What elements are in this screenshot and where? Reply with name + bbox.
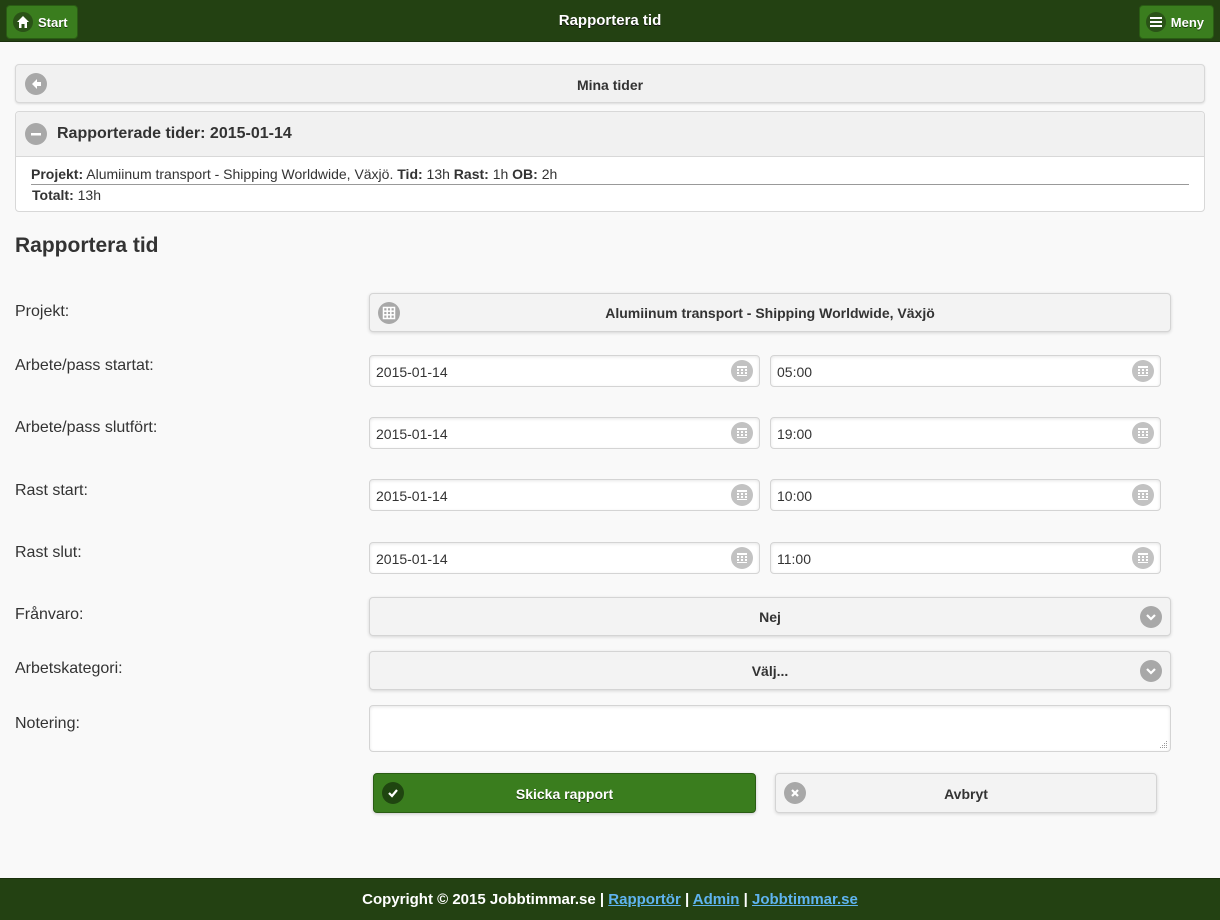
project-select[interactable]: Alumiinum transport - Shipping Worldwide… [369, 293, 1171, 332]
calendar-icon[interactable] [731, 547, 753, 569]
category-select-value: Välj... [751, 663, 789, 679]
calendar-icon[interactable] [1132, 360, 1154, 382]
top-bar: Start Rapportera tid Meny [0, 0, 1220, 42]
form-heading: Rapportera tid [15, 234, 159, 257]
break-end-time-input[interactable]: 11:00 [770, 542, 1161, 574]
rast-key: Rast: [453, 166, 489, 182]
break-start-label: Rast start: [15, 482, 88, 499]
work-end-date-value: 2015-01-14 [376, 426, 448, 442]
cancel-button[interactable]: Avbryt [775, 773, 1157, 813]
footer-separator: | [599, 891, 605, 908]
resize-grip-icon[interactable] [1159, 740, 1168, 749]
reported-total-line: Totalt: 13h [31, 185, 1189, 203]
category-label: Arbetskategori: [15, 660, 123, 677]
work-end-date-input[interactable]: 2015-01-14 [369, 417, 760, 449]
project-key: Projekt: [31, 166, 84, 182]
work-end-label: Arbete/pass slutfört: [15, 419, 158, 436]
hamburger-icon [1145, 12, 1166, 32]
footer-separator: | [743, 891, 748, 908]
category-select[interactable]: Välj... [369, 651, 1171, 690]
menu-button[interactable]: Meny [1138, 5, 1214, 39]
project-value: Alumiinum transport - Shipping Worldwide… [86, 166, 394, 182]
submit-report-label: Skicka rapport [515, 786, 614, 802]
page-title: Rapportera tid [558, 12, 662, 29]
calendar-icon[interactable] [1132, 422, 1154, 444]
work-end-time-value: 19:00 [777, 426, 813, 442]
break-end-label: Rast slut: [15, 544, 82, 561]
note-textarea[interactable] [369, 705, 1171, 752]
mina-tider-label: Mina tider [576, 77, 644, 93]
break-end-date-value: 2015-01-14 [376, 551, 448, 567]
break-end-date-input[interactable]: 2015-01-14 [369, 542, 760, 574]
footer-link-admin[interactable]: Admin [693, 891, 740, 908]
ob-key: OB: [512, 166, 538, 182]
footer-separator: | [684, 891, 690, 908]
work-start-time-value: 05:00 [777, 364, 813, 380]
break-start-time-input[interactable]: 10:00 [770, 479, 1161, 511]
calendar-icon[interactable] [731, 484, 753, 506]
total-key: Totalt: [32, 187, 74, 203]
total-value: 13h [77, 187, 101, 203]
break-start-time-value: 10:00 [777, 488, 813, 504]
break-start-date-value: 2015-01-14 [376, 488, 448, 504]
calendar-icon[interactable] [731, 422, 753, 444]
work-start-date-input[interactable]: 2015-01-14 [369, 355, 760, 387]
chevron-down-icon [1140, 660, 1162, 682]
mina-tider-button[interactable]: Mina tider [15, 64, 1205, 103]
project-select-value: Alumiinum transport - Shipping Worldwide… [605, 305, 935, 321]
reported-times-title: Rapporterade tider: 2015-01-14 [57, 125, 292, 142]
ob-value: 2h [541, 166, 558, 182]
calendar-icon[interactable] [1132, 547, 1154, 569]
submit-report-button[interactable]: Skicka rapport [373, 773, 756, 813]
break-start-date-input[interactable]: 2015-01-14 [369, 479, 760, 511]
footer-link-jobbtimmar[interactable]: Jobbtimmar.se [752, 891, 858, 908]
work-start-time-input[interactable]: 05:00 [770, 355, 1161, 387]
chevron-down-icon [1140, 606, 1162, 628]
copyright-text: Copyright © 2015 Jobbtimmar.se [362, 891, 596, 908]
footer: Copyright © 2015 Jobbtimmar.se | Rapport… [0, 878, 1220, 920]
absence-label: Frånvaro: [15, 606, 84, 623]
tid-value: 13h [426, 166, 450, 182]
rast-value: 1h [492, 166, 509, 182]
reported-times-header[interactable]: Rapporterade tider: 2015-01-14 [16, 112, 1204, 157]
work-start-label: Arbete/pass startat: [15, 357, 154, 374]
reported-times-panel: Rapporterade tider: 2015-01-14 Projekt: … [15, 111, 1205, 212]
reported-entry-line: Projekt: Alumiinum transport - Shipping … [31, 166, 1189, 185]
tid-key: Tid: [397, 166, 423, 182]
calendar-icon[interactable] [1132, 484, 1154, 506]
work-end-time-input[interactable]: 19:00 [770, 417, 1161, 449]
menu-label: Meny [1170, 14, 1204, 30]
break-end-time-value: 11:00 [777, 551, 811, 567]
absence-select-value: Nej [759, 609, 781, 625]
collapse-minus-icon [25, 123, 47, 145]
work-start-date-value: 2015-01-14 [376, 364, 448, 380]
absence-select[interactable]: Nej [369, 597, 1171, 636]
project-label: Projekt: [15, 303, 70, 320]
calendar-icon[interactable] [731, 360, 753, 382]
note-label: Notering: [15, 715, 80, 732]
footer-link-rapportor[interactable]: Rapportör [608, 891, 681, 908]
cancel-label: Avbryt [944, 786, 988, 802]
